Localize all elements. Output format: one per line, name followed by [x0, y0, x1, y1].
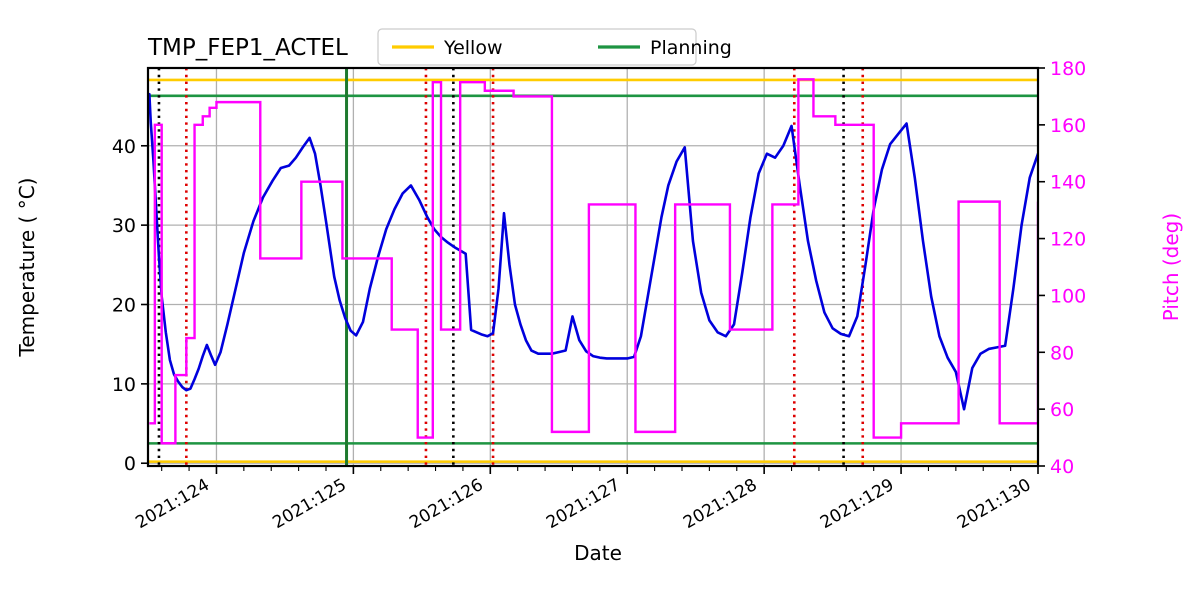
- chart-figure: 0 10 20 30 40 40 60 80 100 120 140 160 180 2021:124 20…: [0, 0, 1200, 600]
- legend-label-planning: Planning: [650, 37, 732, 59]
- y-ticklabel-0: 0: [124, 453, 136, 475]
- y2-ticklabel-120: 120: [1050, 229, 1086, 251]
- y2-ticklabel-160: 160: [1050, 115, 1086, 137]
- y2-ticklabel-60: 60: [1050, 399, 1074, 421]
- chart-title: TMP_FEP1_ACTEL: [147, 35, 348, 61]
- legend-label-yellow: Yellow: [443, 37, 503, 59]
- y2-ticklabel-100: 100: [1050, 285, 1086, 307]
- y2-ticklabel-140: 140: [1050, 172, 1086, 194]
- y2-axis-title: Pitch (deg): [1159, 213, 1183, 321]
- y2-ticklabel-80: 80: [1050, 342, 1074, 364]
- y-ticklabel-10: 10: [112, 374, 136, 396]
- x-axis-title: Date: [574, 541, 622, 565]
- y-ticklabel-40: 40: [112, 136, 136, 158]
- y-ticklabel-20: 20: [112, 294, 136, 316]
- y2-ticklabel-180: 180: [1050, 58, 1086, 80]
- y2-ticklabel-40: 40: [1050, 456, 1074, 478]
- y-ticklabel-30: 30: [112, 215, 136, 237]
- chart-canvas: 0102030404060801001201401601802021:124 20…: [0, 0, 1200, 600]
- y-axis-title: Temperature ( °C): [15, 178, 39, 358]
